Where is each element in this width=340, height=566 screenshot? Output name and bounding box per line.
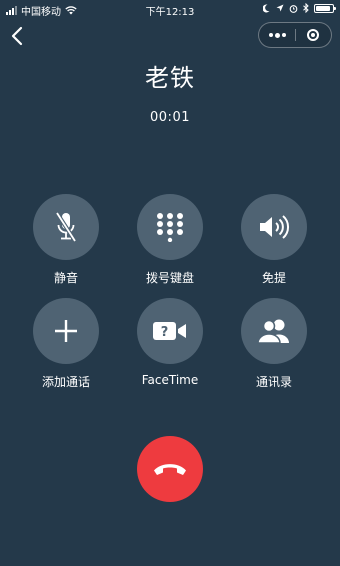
hangup-icon [154, 464, 186, 475]
more-button[interactable] [259, 23, 295, 47]
add-call-button[interactable]: 添加通话 [21, 298, 111, 390]
end-call-button[interactable] [137, 436, 203, 502]
facetime-button[interactable]: ? FaceTime [125, 298, 215, 387]
location-icon [276, 4, 284, 12]
more-dots-icon [268, 33, 273, 37]
battery-fill [316, 5, 330, 11]
mute-circle [33, 194, 99, 260]
speaker-button[interactable]: 免提 [229, 194, 319, 286]
speaker-label: 免提 [261, 271, 286, 285]
contacts-icon [257, 319, 289, 344]
facetime-icon: ? [153, 322, 186, 340]
bluetooth-icon [303, 3, 309, 13]
miniprogram-capsule [258, 22, 332, 48]
call-duration: 00:01 [150, 110, 190, 125]
add-call-circle [33, 298, 99, 364]
contacts-label: 通讯录 [255, 375, 292, 389]
add-call-label: 添加通话 [41, 375, 90, 389]
moon-icon [263, 3, 270, 12]
facetime-label: FaceTime [141, 373, 199, 387]
mute-label: 静音 [53, 271, 78, 285]
contacts-button[interactable]: 通讯录 [229, 298, 319, 390]
mic-off-icon [55, 211, 77, 243]
alarm-icon [289, 4, 298, 13]
keypad-icon [157, 213, 183, 242]
status-bar: 中国移动 下午12:13 [0, 0, 340, 18]
svg-text:?: ? [161, 325, 169, 340]
speaker-icon [260, 215, 290, 239]
status-right [263, 3, 336, 13]
plus-icon [55, 320, 77, 342]
speaker-circle [241, 194, 307, 260]
chevron-left-icon [11, 26, 23, 46]
mute-button[interactable]: 静音 [21, 194, 111, 286]
close-button[interactable] [295, 23, 331, 47]
caller-name: 老铁 [145, 64, 195, 92]
back-button[interactable] [8, 25, 28, 47]
keypad-circle [137, 194, 203, 260]
battery-icon [314, 3, 336, 13]
keypad-label: 拨号键盘 [145, 271, 194, 285]
keypad-button[interactable]: 拨号键盘 [125, 194, 215, 286]
call-screen: 中国移动 下午12:13 老铁 00:01 静音 拨号键盘 免提 添加通话 ? … [0, 0, 340, 566]
target-close-icon [307, 29, 319, 41]
facetime-circle: ? [137, 298, 203, 364]
contacts-circle [241, 298, 307, 364]
